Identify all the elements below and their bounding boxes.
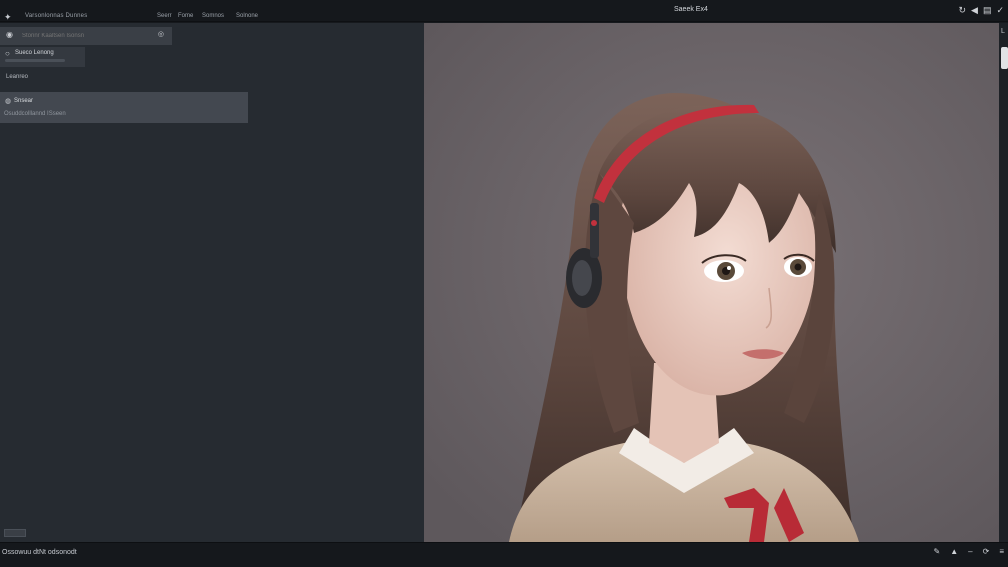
app-name: Varsonlonnas Dunnes bbox=[25, 13, 88, 19]
circle-icon: ◍ bbox=[5, 98, 12, 105]
status-icons: ✎ ▲ – ⟳ ≡ bbox=[934, 547, 1004, 556]
chip-progress bbox=[5, 59, 65, 62]
scroll-thumb[interactable] bbox=[1001, 47, 1008, 69]
portrait-image bbox=[424, 23, 999, 542]
card-title: Snsear bbox=[14, 98, 34, 104]
pen-icon[interactable]: ✎ bbox=[934, 547, 941, 556]
send-icon[interactable]: ◀ bbox=[971, 5, 978, 15]
refresh-icon[interactable]: ⟳ bbox=[983, 547, 990, 556]
app-logo-icon[interactable]: ✦ bbox=[4, 12, 12, 23]
dash-icon[interactable]: – bbox=[968, 547, 972, 556]
search-input[interactable] bbox=[22, 30, 150, 42]
window-title: Saeek Ex4 bbox=[674, 6, 708, 13]
list-item-card[interactable]: ◍ Snsear Osuddcolllannd ISseen bbox=[0, 92, 248, 123]
refresh-icon[interactable]: ↻ bbox=[958, 5, 966, 15]
menu-icon[interactable]: ≡ bbox=[999, 547, 1004, 556]
image-viewer[interactable] bbox=[424, 23, 999, 542]
right-rail: L bbox=[999, 23, 1008, 542]
panel-small-button[interactable] bbox=[4, 529, 26, 537]
filter-chip[interactable]: ○ Sueco Lenong bbox=[0, 47, 85, 67]
menu-item-2[interactable]: Fome bbox=[178, 13, 193, 19]
rail-tab-icon[interactable]: L bbox=[1001, 28, 1005, 35]
document-icon[interactable]: ▤ bbox=[983, 5, 992, 15]
status-text: Ossowuu dtNt odsonodt bbox=[2, 549, 77, 556]
toolbar-icons: ↻ ◀ ▤ ✓ bbox=[958, 5, 1004, 15]
eye-icon[interactable]: ◎ bbox=[158, 30, 164, 38]
circle-icon: ○ bbox=[5, 49, 10, 58]
top-bar: ✦ Varsonlonnas Dunnes Seerr Fome Somnos … bbox=[0, 0, 1008, 22]
menu-item-4[interactable]: Solnone bbox=[236, 13, 258, 19]
left-panel: ◉ ◎ ○ Sueco Lenong Leanreo ◍ Snsear Osud… bbox=[0, 23, 424, 542]
menu-item-3[interactable]: Somnos bbox=[202, 13, 224, 19]
target-icon: ◉ bbox=[6, 30, 13, 39]
section-label: Leanreo bbox=[6, 74, 29, 80]
chip-label: Sueco Lenong bbox=[15, 50, 54, 56]
search-bar[interactable]: ◉ ◎ bbox=[0, 27, 172, 45]
pin-icon[interactable]: ▲ bbox=[950, 547, 958, 556]
status-bar: Ossowuu dtNt odsonodt ✎ ▲ – ⟳ ≡ bbox=[0, 542, 1008, 567]
menu-item-1[interactable]: Seerr bbox=[157, 13, 172, 19]
card-subtitle: Osuddcolllannd ISseen bbox=[4, 111, 66, 117]
check-icon[interactable]: ✓ bbox=[996, 5, 1004, 15]
